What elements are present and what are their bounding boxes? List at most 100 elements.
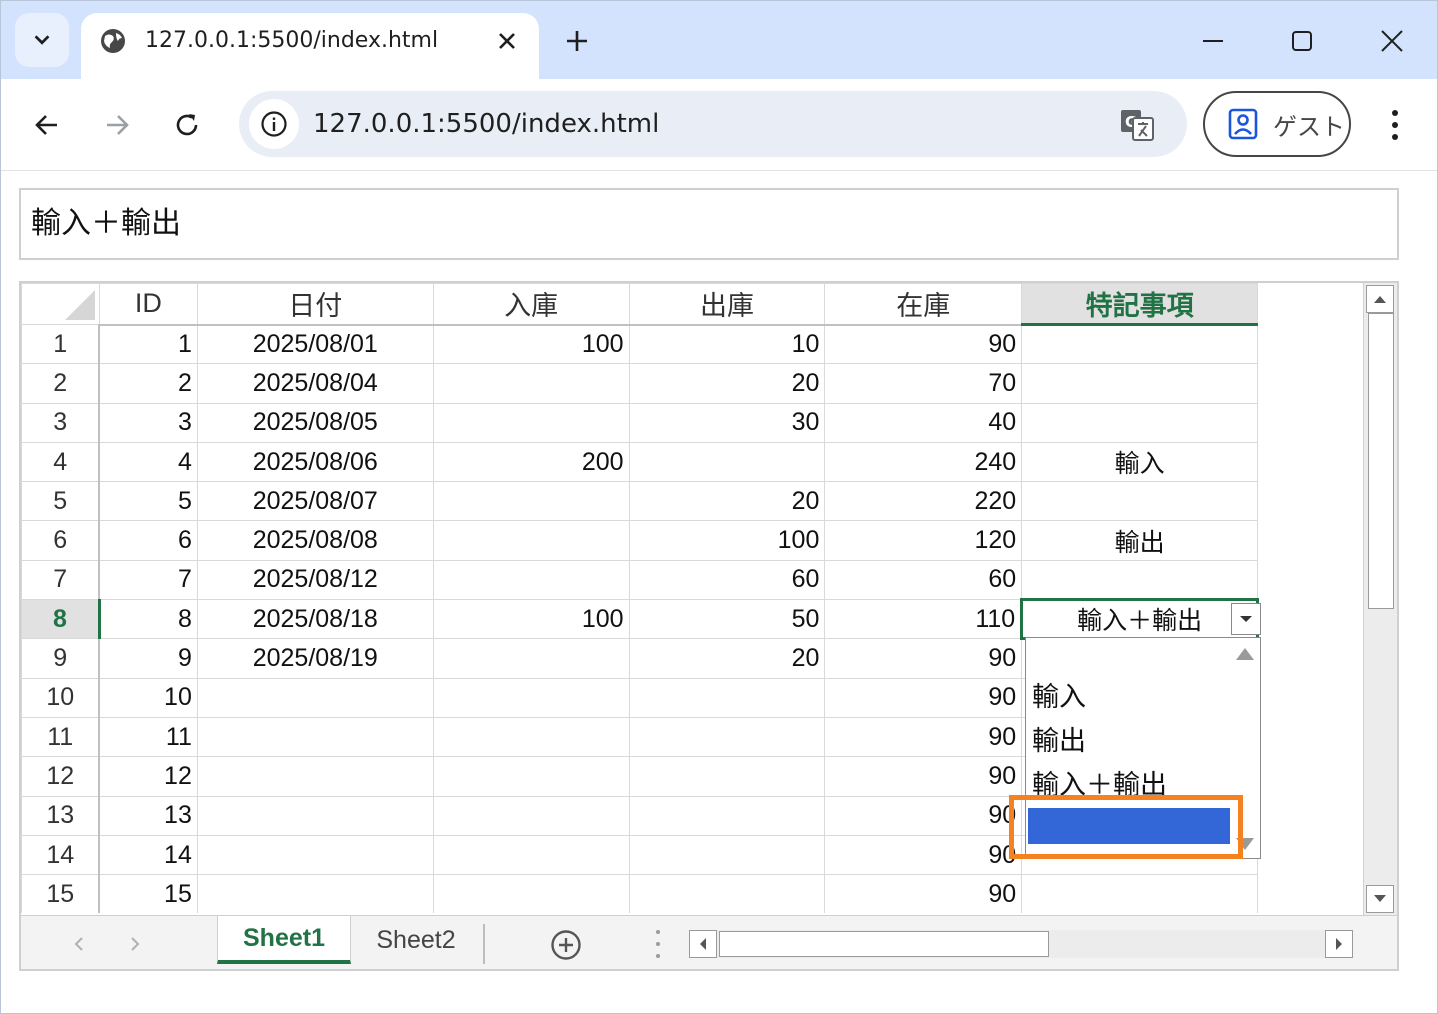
column-header-in[interactable]: 入庫 <box>432 283 630 326</box>
sheet-nav-prev-button[interactable] <box>69 934 89 954</box>
cell-out[interactable]: 20 <box>628 363 826 404</box>
scroll-right-button[interactable] <box>1325 930 1353 958</box>
tab-search-button[interactable] <box>15 13 69 67</box>
new-tab-button[interactable] <box>557 23 597 59</box>
row-header[interactable]: 4 <box>21 441 101 483</box>
dropdown-toggle-button[interactable] <box>1231 603 1261 635</box>
cell-out[interactable]: 50 <box>628 599 826 640</box>
cell-stock[interactable]: 90 <box>824 716 1023 758</box>
cell-note[interactable] <box>1021 481 1259 522</box>
cell-stock[interactable]: 240 <box>824 441 1023 483</box>
cell-id[interactable]: 12 <box>98 756 198 797</box>
cell-stock[interactable]: 40 <box>824 402 1023 443</box>
tab-close-button[interactable] <box>491 25 523 57</box>
row-header[interactable]: 11 <box>21 716 101 758</box>
add-sheet-button[interactable] <box>549 928 583 962</box>
cell-out[interactable] <box>628 795 826 836</box>
site-info-button[interactable] <box>249 99 299 149</box>
column-header-id[interactable]: ID <box>98 283 198 326</box>
maximize-button[interactable] <box>1280 19 1324 63</box>
row-header[interactable]: 8 <box>21 599 101 640</box>
cell-out[interactable] <box>628 756 826 797</box>
column-header-out[interactable]: 出庫 <box>628 283 826 326</box>
cell-stock[interactable]: 60 <box>824 559 1023 601</box>
cell-out[interactable]: 20 <box>628 638 826 679</box>
cell-in[interactable] <box>432 520 630 561</box>
cell-id[interactable]: 11 <box>98 716 198 758</box>
cell-stock[interactable]: 90 <box>824 638 1023 679</box>
cell-date[interactable]: 2025/08/19 <box>196 638 434 679</box>
row-header[interactable]: 2 <box>21 363 101 404</box>
cell-stock[interactable]: 110 <box>824 599 1023 640</box>
cell-id[interactable]: 9 <box>98 638 198 679</box>
row-header[interactable]: 5 <box>21 481 101 522</box>
column-header-date[interactable]: 日付 <box>196 283 434 326</box>
cell-id[interactable]: 6 <box>98 520 198 561</box>
cell-note[interactable] <box>1021 874 1259 913</box>
column-header-note[interactable]: 特記事項 <box>1021 283 1259 326</box>
cell-date[interactable]: 2025/08/12 <box>196 559 434 601</box>
cell-id[interactable]: 13 <box>98 795 198 836</box>
cell-stock[interactable]: 70 <box>824 363 1023 404</box>
cell-id[interactable]: 2 <box>98 363 198 404</box>
column-header-stock[interactable]: 在庫 <box>824 283 1023 326</box>
dropdown-option-export[interactable]: 輸出 <box>1032 726 1086 758</box>
cell-in[interactable] <box>432 716 630 758</box>
cell-in[interactable] <box>432 795 630 836</box>
cell-date[interactable]: 2025/08/01 <box>196 323 434 365</box>
profile-button[interactable]: ゲスト <box>1203 91 1351 157</box>
cell-date[interactable]: 2025/08/04 <box>196 363 434 404</box>
cell-stock[interactable]: 120 <box>824 520 1023 561</box>
row-header[interactable]: 1 <box>21 323 101 365</box>
cell-in[interactable]: 100 <box>432 599 630 640</box>
cell-in[interactable]: 100 <box>432 323 630 365</box>
minimize-button[interactable] <box>1191 19 1235 63</box>
cell-in[interactable] <box>432 481 630 522</box>
scroll-down-button[interactable] <box>1366 885 1394 913</box>
cell-id[interactable]: 5 <box>98 481 198 522</box>
cell-stock[interactable]: 220 <box>824 481 1023 522</box>
browser-tab[interactable]: 127.0.0.1:5500/index.html <box>81 13 539 79</box>
cell-out[interactable] <box>628 874 826 913</box>
row-header[interactable]: 7 <box>21 559 101 601</box>
cell-id[interactable]: 14 <box>98 834 198 876</box>
cell-stock[interactable]: 90 <box>824 795 1023 836</box>
browser-menu-button[interactable] <box>1373 101 1417 149</box>
cell-out[interactable] <box>628 716 826 758</box>
row-header[interactable]: 6 <box>21 520 101 561</box>
horizontal-scrollbar[interactable] <box>689 930 1353 958</box>
cell-out[interactable]: 20 <box>628 481 826 522</box>
cell-date[interactable]: 2025/08/08 <box>196 520 434 561</box>
cell-note[interactable]: 輸出 <box>1021 520 1259 561</box>
formula-bar[interactable]: 輸入＋輸出 <box>19 188 1399 260</box>
vertical-scroll-thumb[interactable] <box>1368 313 1394 609</box>
cell-out[interactable]: 60 <box>628 559 826 601</box>
cell-in[interactable] <box>432 677 630 718</box>
cell-id[interactable]: 3 <box>98 402 198 443</box>
cell-out[interactable] <box>628 677 826 718</box>
sheet-tab-sheet2[interactable]: Sheet2 <box>351 916 481 964</box>
dropdown-option-import[interactable]: 輸入 <box>1032 682 1086 714</box>
cell-date[interactable]: 2025/08/07 <box>196 481 434 522</box>
tab-splitter-handle[interactable] <box>653 930 663 958</box>
dropdown-scroll-up-icon[interactable] <box>1236 648 1254 660</box>
row-header[interactable]: 14 <box>21 834 101 876</box>
cell-in[interactable] <box>432 638 630 679</box>
cell-date[interactable] <box>196 834 434 876</box>
sheet-tab-sheet1[interactable]: Sheet1 <box>217 916 351 964</box>
vertical-scrollbar[interactable] <box>1363 283 1397 915</box>
cell-date[interactable] <box>196 677 434 718</box>
cell-date[interactable] <box>196 716 434 758</box>
close-window-button[interactable] <box>1370 19 1414 63</box>
cell-out[interactable]: 10 <box>628 323 826 365</box>
row-header[interactable]: 12 <box>21 756 101 797</box>
forward-button[interactable] <box>93 101 141 149</box>
cell-note[interactable] <box>1021 402 1259 443</box>
row-header[interactable]: 15 <box>21 874 101 913</box>
sheet-nav-next-button[interactable] <box>125 934 145 954</box>
cell-out[interactable]: 100 <box>628 520 826 561</box>
cell-stock[interactable]: 90 <box>824 834 1023 876</box>
reload-button[interactable] <box>163 101 211 149</box>
cell-in[interactable]: 200 <box>432 441 630 483</box>
cell-in[interactable] <box>432 834 630 876</box>
